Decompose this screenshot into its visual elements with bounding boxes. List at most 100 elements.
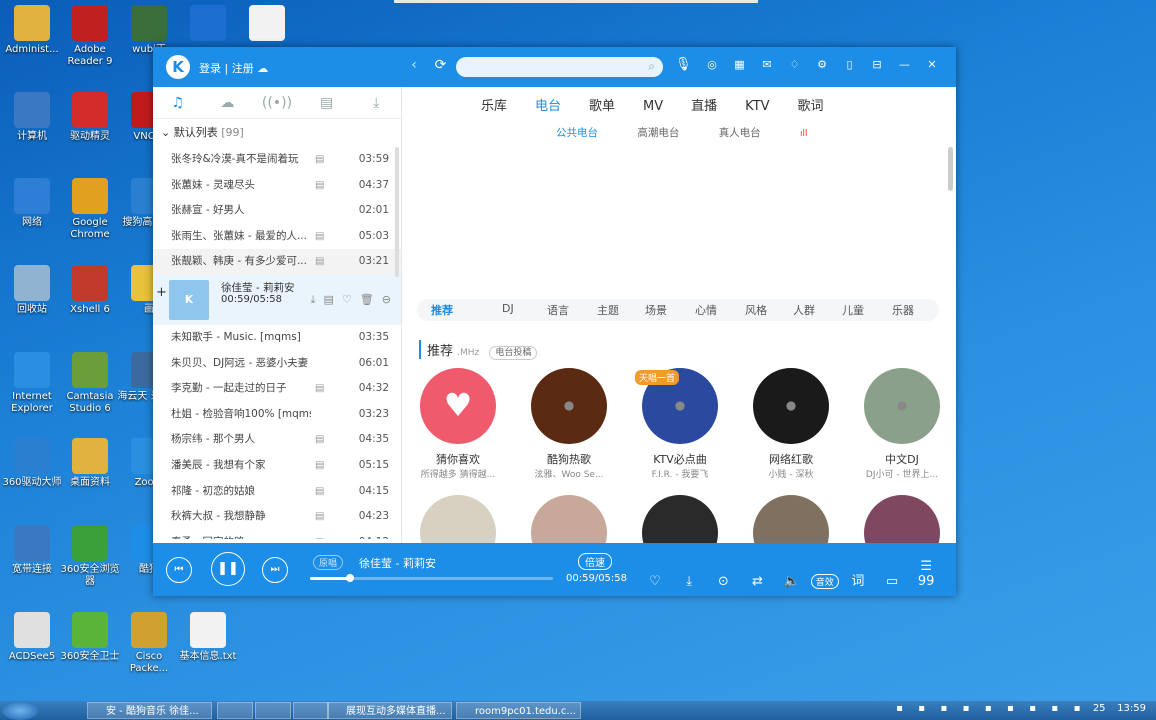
song-row[interactable]: 杨宗纬 - 那个男人 ▤ 04:35 (153, 427, 401, 453)
taskbar-item[interactable] (255, 702, 291, 719)
desktop-icon[interactable]: Internet Explorer (0, 352, 64, 415)
desktop-icon[interactable] (235, 5, 299, 44)
tab-music-list-icon[interactable]: ♫ (153, 87, 203, 118)
desktop-icon[interactable]: Adobe Reader 9 (58, 5, 122, 68)
next-icon[interactable]: ⏭ (262, 557, 288, 583)
settings-icon[interactable]: ⚙ (810, 58, 834, 71)
previous-icon[interactable]: ⏮ (166, 557, 192, 583)
mv-icon[interactable]: ▤ (315, 249, 324, 275)
song-row[interactable]: 秋裤大叔 - 我想静静 ▤ 04:23 (153, 504, 401, 530)
taskbar-item[interactable]: 展现互动多媒体直播... (327, 702, 452, 719)
sub-tab-live[interactable]: 真人电台 ıll (719, 125, 844, 140)
pause-icon[interactable]: ❚❚ (211, 552, 245, 586)
skin-icon[interactable]: ♢ (783, 58, 807, 71)
main-tab[interactable]: 歌词 (798, 95, 824, 114)
content-scrollbar[interactable] (948, 147, 953, 191)
station-card[interactable]: 酷狗热歌 泫雅、Woo Se... (524, 368, 614, 480)
volume-icon[interactable]: 🔈 (777, 574, 807, 589)
desktop-icon[interactable]: Xshell 6 (58, 265, 122, 316)
main-tab[interactable]: KTV (745, 99, 769, 114)
desktop-icon[interactable]: ACDSee5 (0, 612, 64, 663)
back-icon[interactable]: ‹ (403, 57, 425, 73)
playlist-scrollbar[interactable] (395, 147, 399, 277)
category-tab[interactable]: 风格 (745, 302, 767, 318)
mv-icon[interactable]: ▤ (315, 147, 324, 173)
tray-icon[interactable]: ▪ (912, 703, 931, 714)
station-card[interactable]: 网络红歌 小贱 - 深秋 (746, 368, 836, 480)
mv-icon[interactable]: ▤ (315, 224, 324, 250)
station-card[interactable] (857, 495, 947, 543)
clock[interactable]: 13:59 (1117, 703, 1146, 714)
queue-icon[interactable]: ☰ 99 (911, 559, 941, 589)
taskbar-item[interactable]: 安 - 酷狗音乐 徐佳... (87, 702, 212, 719)
sub-tab-public[interactable]: 公共电台 (556, 125, 598, 140)
song-row[interactable]: 朱贝贝、DJ阿远 - 恶婆小夫妻 06:01 (153, 351, 401, 377)
station-card[interactable] (746, 495, 836, 543)
desktop-icon[interactable]: Administ... (0, 5, 64, 56)
mv-icon[interactable]: ▤ (315, 530, 324, 539)
minimize-icon[interactable]: — (893, 58, 917, 71)
more-icon[interactable]: ⊙ (708, 574, 738, 589)
sub-tab-climax[interactable]: 高潮电台 (637, 125, 679, 140)
tray-icon[interactable]: ▪ (1068, 703, 1087, 714)
category-tab[interactable]: 主题 (597, 302, 619, 318)
song-row[interactable]: 张赫宣 - 好男人 02:01 (153, 198, 401, 224)
station-card[interactable]: 中文DJ DJ小可 - 世界上... (857, 368, 947, 480)
lyrics-button[interactable]: 词 (843, 570, 873, 589)
chevron-down-icon[interactable]: ⌄ (161, 126, 170, 139)
tab-radio-icon[interactable]: ((•)) (252, 87, 302, 118)
desktop-icon[interactable]: 360驱动大师 (0, 438, 64, 489)
main-tab[interactable]: 乐库 (481, 95, 507, 114)
tray-icon[interactable]: ▪ (934, 703, 953, 714)
login-link[interactable]: 登录 (199, 60, 221, 76)
start-button[interactable] (2, 701, 38, 720)
song-row[interactable]: 张靓颖、韩庚 - 有多少爱可... ▤ 03:21 (153, 249, 401, 275)
song-row[interactable]: 张雨生、张蕙妹 - 最爱的人... ▤ 05:03 (153, 224, 401, 250)
main-tab[interactable]: MV (643, 99, 663, 114)
desktop-icon[interactable]: 360安全卫士 (58, 612, 122, 663)
search-input[interactable]: ⌕ (456, 57, 663, 77)
mv-icon[interactable]: ▤ (315, 376, 324, 402)
main-tab[interactable]: 歌单 (589, 95, 615, 114)
desktop-icon[interactable]: 360安全浏览器 (58, 525, 122, 588)
submit-station-button[interactable]: 电台投稿 (489, 346, 538, 360)
station-card[interactable] (524, 495, 614, 543)
taskbar-item[interactable] (217, 702, 253, 719)
tray-icon[interactable]: ▪ (890, 703, 909, 714)
tab-download-icon[interactable]: ⤓ (351, 87, 401, 118)
category-tab[interactable]: 儿童 (842, 302, 864, 318)
compact-icon[interactable]: ⊟ (865, 58, 889, 71)
add-icon[interactable]: + (156, 280, 167, 306)
speed-button[interactable]: 倍速 (578, 553, 612, 570)
mv-icon[interactable]: ▤ (315, 427, 324, 453)
mv-icon[interactable]: ▤ (315, 479, 324, 505)
comment-icon[interactable]: ▭ (877, 574, 907, 589)
download-icon[interactable]: ⤓ (311, 293, 316, 306)
song-row[interactable]: 秦勇 - 回家的路 ▤ 04:12 (153, 530, 401, 539)
tab-cloud-icon[interactable]: ☁ (203, 87, 253, 118)
category-tab[interactable]: 乐器 (892, 302, 914, 318)
tray-icon[interactable]: ▪ (1001, 703, 1020, 714)
progress-bar[interactable] (310, 574, 553, 582)
desktop-icon[interactable]: 宽带连接 (0, 525, 64, 576)
desktop-icon[interactable]: 桌面资料 (58, 438, 122, 489)
mv-icon[interactable]: ▤ (324, 293, 334, 306)
song-row[interactable]: 张冬玲&冷漠-真不是闹着玩 ▤ 03:59 (153, 147, 401, 173)
voice-search-icon[interactable]: 🎙 (675, 57, 692, 72)
register-link[interactable]: 注册 (232, 60, 254, 76)
tray-icon[interactable]: ▪ (979, 703, 998, 714)
delete-icon[interactable]: 🗑 (360, 293, 374, 306)
category-tab[interactable]: 推荐 (431, 302, 453, 318)
desktop-icon[interactable]: 基本信息.txt (176, 612, 240, 663)
song-row[interactable]: 李克勤 - 一起走过的日子 ▤ 04:32 (153, 376, 401, 402)
apps-icon[interactable]: ▦ (728, 58, 752, 71)
desktop-icon[interactable]: 回收站 (0, 265, 64, 316)
game-icon[interactable]: ◎ (700, 58, 724, 71)
taskbar-item[interactable]: room9pc01.tedu.c... (456, 702, 581, 719)
mini-mode-icon[interactable]: ▯ (838, 58, 862, 71)
mv-icon[interactable]: ▤ (315, 173, 324, 199)
repeat-icon[interactable]: ⇄ (742, 574, 772, 589)
category-tab[interactable]: 心情 (695, 302, 717, 318)
close-icon[interactable]: ✕ (920, 58, 944, 71)
kugou-logo-icon[interactable]: K (166, 55, 190, 79)
